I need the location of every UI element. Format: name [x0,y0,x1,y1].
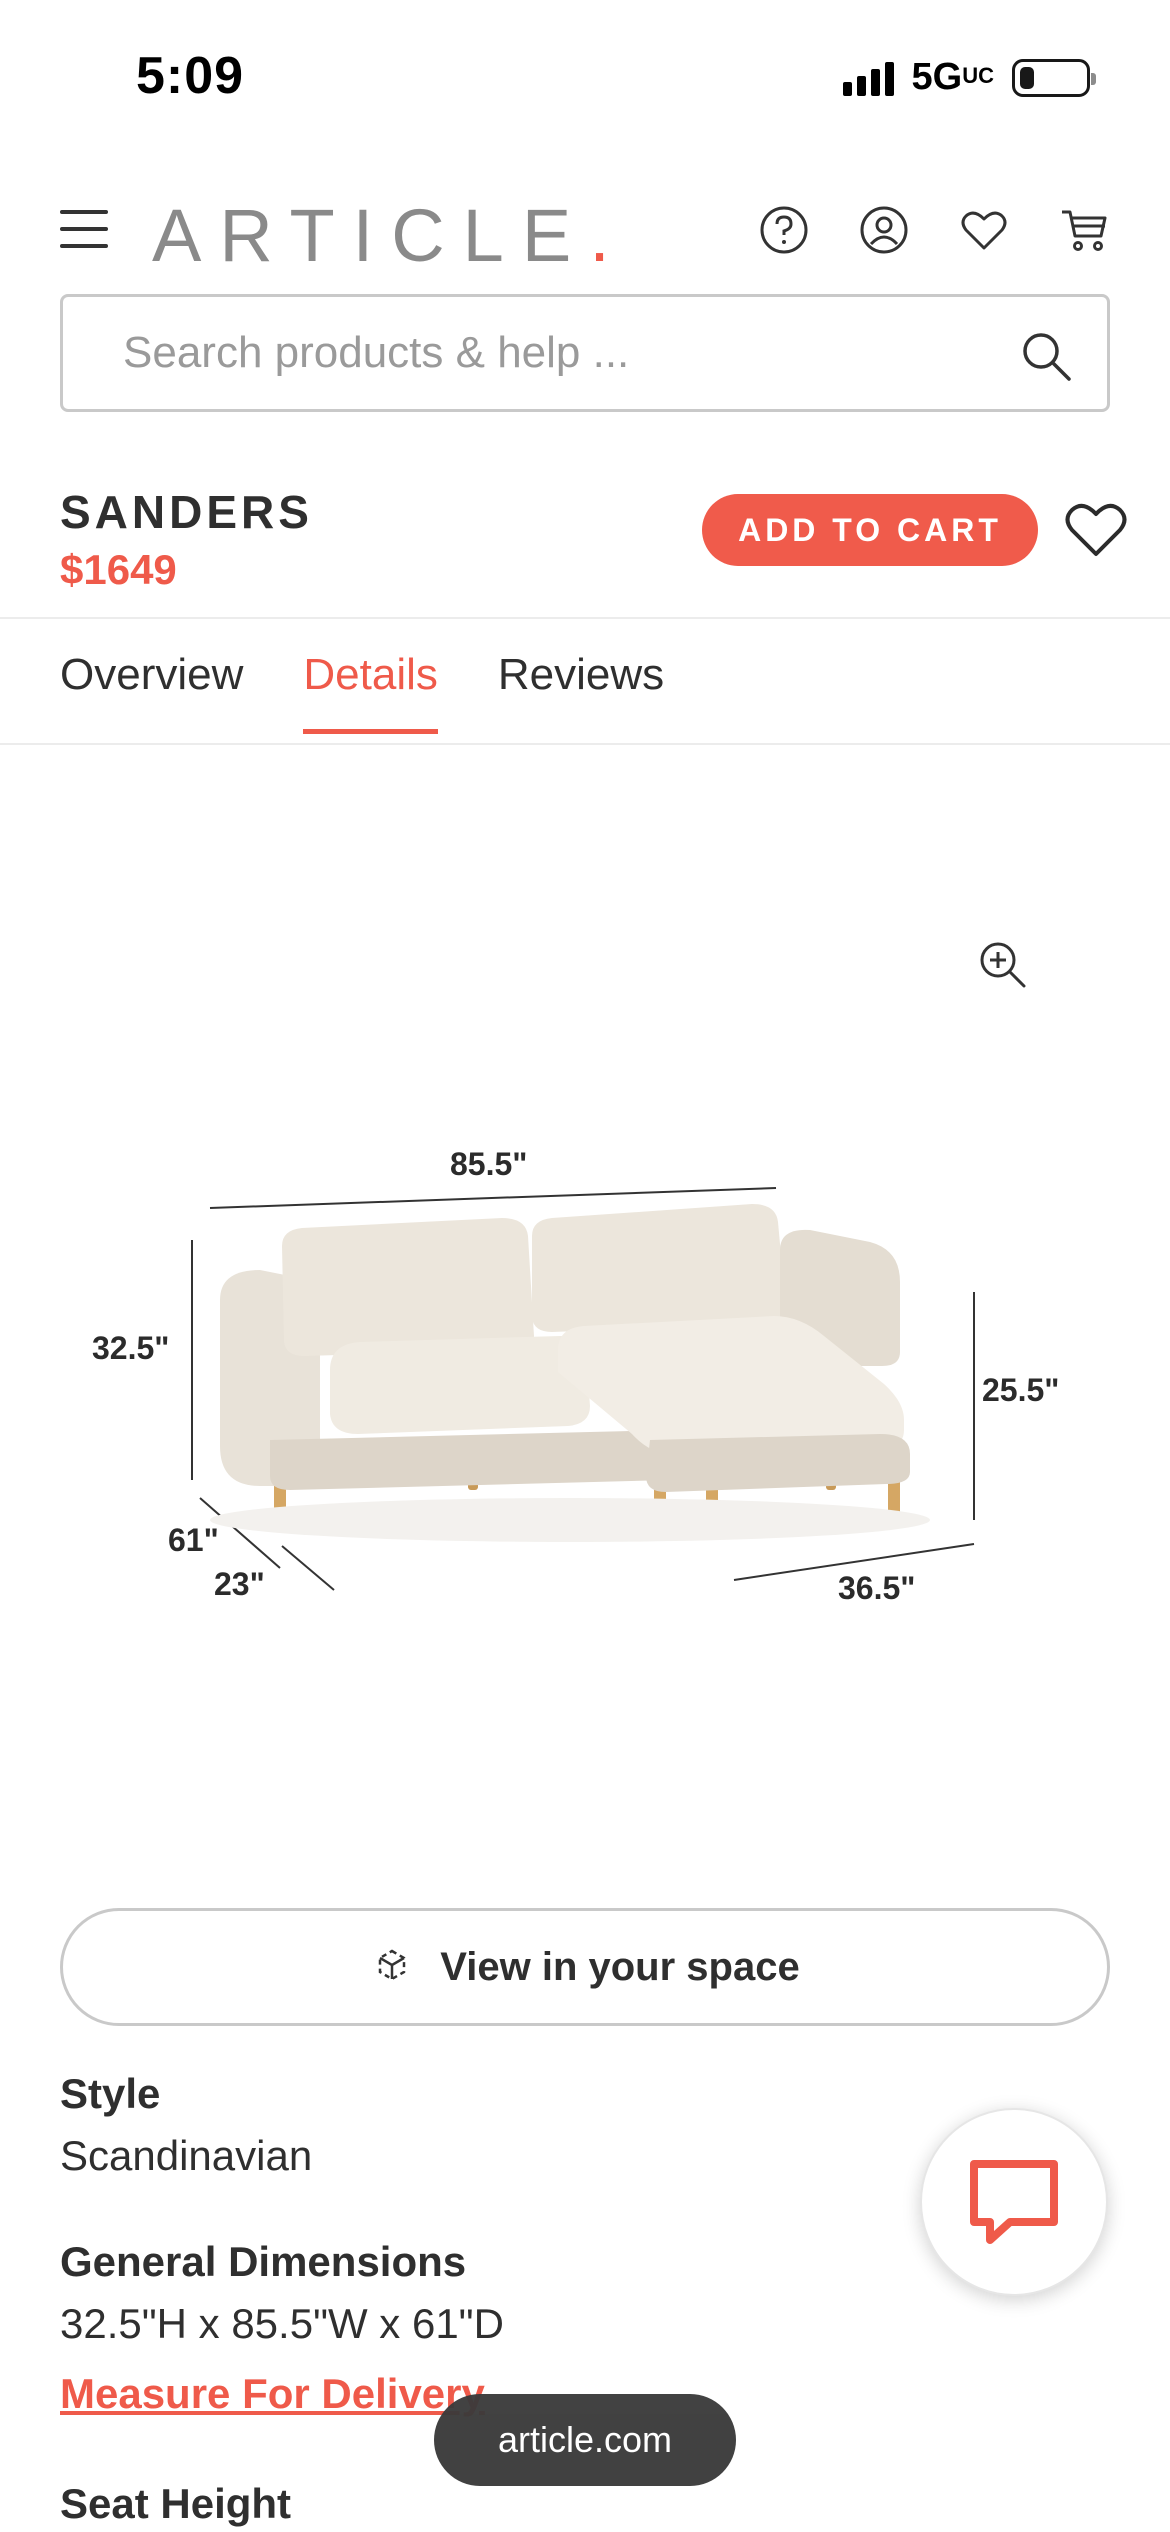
status-time: 5:09 [136,47,245,105]
product-price: $1649 [60,546,177,593]
tab-details[interactable]: Details [303,650,438,734]
measure-for-delivery-link[interactable]: Measure For Delivery [60,2370,485,2418]
general-dimensions-label: General Dimensions [60,2238,467,2285]
seat-height-label: Seat Height [60,2480,292,2527]
view-in-space-label: View in your space [440,1944,800,1989]
wishlist-heart-icon[interactable] [1062,498,1130,560]
tab-reviews[interactable]: Reviews [498,650,664,734]
signal-icon [842,60,894,96]
dim-seat-depth: 23" [214,1566,265,1602]
style-label: Style [60,2070,161,2117]
dim-chaise-width: 36.5" [838,1570,916,1606]
account-icon[interactable] [858,204,910,256]
browser-url-pill[interactable]: article.com [434,2394,736,2486]
site-header: ARTICLE. [0,180,1170,280]
dim-chaise-height: 25.5" [982,1372,1060,1408]
dim-width: 85.5" [450,1146,528,1182]
zoom-in-icon[interactable] [976,938,1028,990]
product-image: 85.5" 32.5" 25.5" 61" 23" 36.5" [70,1140,1100,1620]
style-value: Scandinavian [60,2132,313,2179]
product-name: SANDERS [60,486,313,538]
network-label: 5GUC [911,56,994,98]
chat-bubble-icon [970,2160,1058,2244]
sofa-illustration [191,1187,975,1591]
logo[interactable]: ARTICLE. [152,193,610,278]
help-icon[interactable] [758,204,810,256]
cart-icon[interactable] [1058,204,1110,256]
search-icon[interactable] [1019,329,1073,383]
product-tabs: Overview Details Reviews [60,650,664,734]
header-icons [758,204,1110,256]
search-input[interactable] [123,328,1003,378]
menu-icon[interactable] [60,210,108,250]
divider [0,743,1170,745]
view-in-space-button[interactable]: View in your space [60,1908,1110,2026]
status-bar: 5:09 5GUC [0,0,1170,150]
heart-icon[interactable] [958,204,1010,256]
battery-icon [1012,58,1096,97]
chat-button[interactable] [920,2108,1108,2296]
ar-cube-icon [379,1949,406,1981]
dim-depth: 61" [168,1522,219,1558]
add-to-cart-button[interactable]: ADD TO CART [702,494,1038,566]
general-dimensions-value: 32.5"H x 85.5"W x 61"D [60,2300,504,2347]
search-bar [60,294,1110,412]
status-indicators: 5GUC [842,56,1096,99]
dim-height: 32.5" [92,1330,170,1366]
tab-overview[interactable]: Overview [60,650,243,734]
divider [0,617,1170,619]
